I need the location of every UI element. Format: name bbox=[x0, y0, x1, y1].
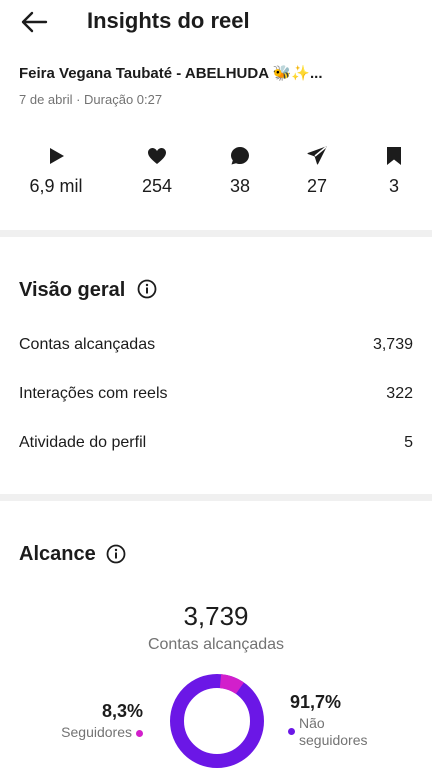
page-title: Insights do reel bbox=[87, 8, 250, 33]
section-divider bbox=[0, 494, 432, 501]
reach-total: 3,739 bbox=[183, 601, 249, 631]
info-icon[interactable] bbox=[106, 544, 126, 564]
stat-shares-value: 27 bbox=[306, 176, 328, 196]
overview-row-label: Atividade do perfil bbox=[19, 434, 147, 451]
overview-row-label: Contas alcançadas bbox=[19, 336, 156, 353]
overview-row-profile-activity[interactable]: Atividade do perfil 5 bbox=[19, 431, 413, 455]
section-divider bbox=[0, 230, 432, 237]
overview-row-label: Interações com reels bbox=[19, 385, 168, 402]
play-icon bbox=[50, 148, 64, 164]
reel-meta: 7 de abril · Duração 0:27 bbox=[19, 92, 163, 107]
stat-shares: 27 bbox=[277, 145, 357, 197]
stat-likes-value: 254 bbox=[141, 176, 173, 196]
overview-row-value: 5 bbox=[404, 434, 413, 451]
overview-row-accounts-reached[interactable]: Contas alcançadas 3,739 bbox=[19, 333, 413, 357]
reach-title: Alcance bbox=[19, 543, 96, 565]
donut-segment-non-followers bbox=[170, 674, 264, 768]
overview-row-value: 322 bbox=[386, 385, 413, 402]
share-icon bbox=[307, 146, 327, 165]
bookmark-icon bbox=[387, 147, 401, 165]
info-icon[interactable] bbox=[137, 279, 157, 299]
stat-comments-value: 38 bbox=[229, 176, 251, 196]
overview-row-value: 3,739 bbox=[372, 336, 413, 353]
stat-plays: 6,9 mil bbox=[16, 145, 96, 197]
followers-legend-label: Seguidores bbox=[61, 724, 132, 740]
top-bar: Insights do reel bbox=[0, 0, 432, 48]
non-followers-legend: Não seguidores bbox=[288, 715, 388, 749]
overview-title: Visão geral bbox=[19, 279, 126, 301]
non-followers-legend-dot bbox=[288, 728, 295, 735]
followers-legend-dot bbox=[136, 729, 143, 737]
overview-row-reel-interactions[interactable]: Interações com reels 322 bbox=[19, 382, 413, 406]
stat-likes: 254 bbox=[117, 145, 197, 197]
back-arrow-icon[interactable] bbox=[18, 6, 50, 38]
stat-saves: 3 bbox=[354, 145, 432, 197]
reel-stats: 6,9 mil 254 38 27 3 bbox=[0, 145, 432, 205]
stat-plays-value: 6,9 mil bbox=[29, 176, 83, 196]
reach-donut-chart bbox=[170, 674, 264, 769]
non-followers-legend-label: Não seguidores bbox=[299, 715, 368, 748]
reel-title: Feira Vegana Taubaté - ABELHUDA 🐝✨... bbox=[19, 65, 323, 82]
reach-total-label: Contas alcançadas bbox=[147, 636, 285, 653]
followers-legend: Seguidores bbox=[40, 723, 143, 741]
comment-icon bbox=[231, 147, 249, 165]
heart-icon bbox=[148, 148, 166, 164]
non-followers-percentage: 91,7% bbox=[290, 692, 342, 712]
stat-comments: 38 bbox=[200, 145, 280, 197]
followers-percentage: 8,3% bbox=[101, 701, 143, 721]
stat-saves-value: 3 bbox=[388, 176, 399, 196]
